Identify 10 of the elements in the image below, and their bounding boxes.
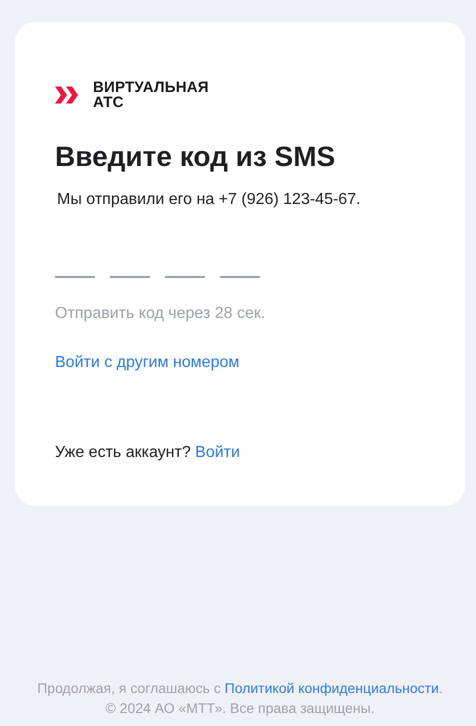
page-title: Введите код из SMS [55,140,336,174]
privacy-policy-link[interactable]: Политикой конфиденциальности [224,680,439,696]
subtitle: Мы отправили его на +7 (926) 123-45-67. [57,190,361,210]
copyright-text: © 2024 АО «МТТ». Все права защищены. [104,699,376,718]
resend-timer: Отправить код через 28 сек. [55,304,266,324]
logo-text: ВИРТУАЛЬНАЯ АТС [93,80,209,110]
consent-text: Продолжая, я соглашаюсь с Политикой конфиденциальности. [36,679,444,698]
account-text: Уже есть аккаунт? Войти [55,443,240,463]
other-number-link[interactable]: Войти с другим номером [55,353,240,373]
login-link[interactable]: Войти [195,444,240,461]
